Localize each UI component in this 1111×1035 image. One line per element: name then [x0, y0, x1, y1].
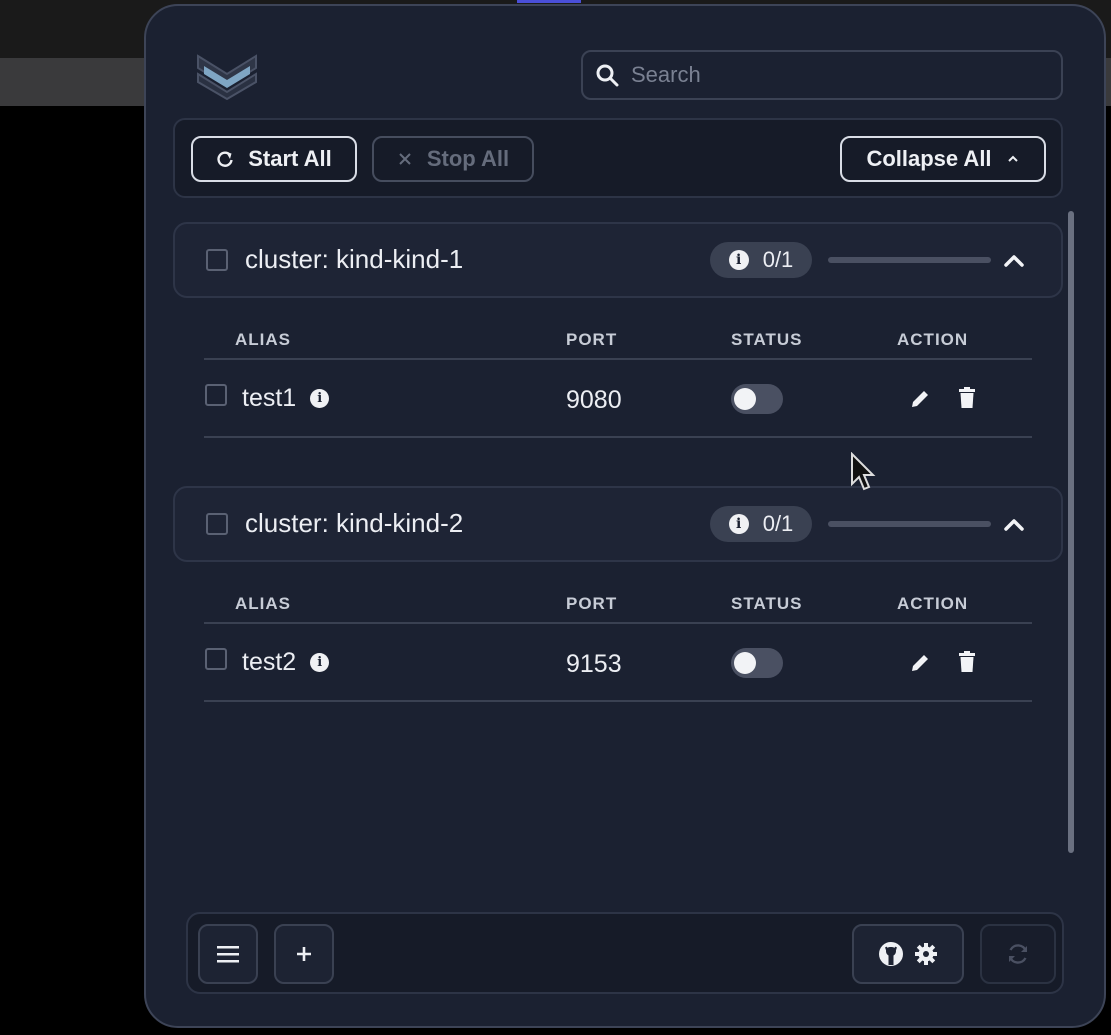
start-all-button[interactable]: Start All	[191, 136, 357, 182]
search-box[interactable]	[581, 50, 1063, 100]
chevron-up-icon	[1007, 155, 1018, 162]
column-alias: ALIAS	[235, 330, 291, 349]
cluster-progress-bar	[828, 257, 991, 263]
column-action: ACTION	[897, 594, 969, 613]
cluster-header[interactable]: cluster: kind-kind-1 i 0/1	[173, 222, 1063, 298]
add-button[interactable]	[274, 924, 334, 984]
toolbar: Start All Stop All Collapse All	[173, 118, 1063, 198]
search-input[interactable]	[631, 62, 1051, 88]
search-icon	[596, 64, 619, 87]
refresh-button[interactable]	[980, 924, 1056, 984]
cluster-checkbox[interactable]	[206, 513, 228, 535]
cluster-count: 0/1	[762, 511, 794, 536]
row-port: 9080	[566, 386, 622, 414]
app-panel: Start All Stop All Collapse All cluster:…	[144, 4, 1106, 1028]
toggle-knob	[734, 388, 756, 410]
scrollbar-thumb[interactable]	[1068, 211, 1074, 853]
menubar-indicator	[517, 0, 581, 3]
collapse-all-label: Collapse All	[866, 146, 992, 171]
restart-icon	[217, 151, 233, 167]
collapse-all-button[interactable]: Collapse All	[840, 136, 1046, 182]
refresh-icon	[1008, 944, 1028, 964]
table-row: test2 i 9153	[204, 624, 1032, 702]
table-row: test1 i 9080	[204, 360, 1032, 438]
column-port: PORT	[566, 594, 618, 613]
background-window-bar	[0, 58, 150, 106]
row-checkbox[interactable]	[205, 384, 227, 406]
column-port: PORT	[566, 330, 618, 349]
app-logo-icon	[197, 54, 257, 100]
cluster-status-badge: i 0/1	[710, 506, 812, 542]
menu-icon	[217, 946, 239, 963]
trash-icon[interactable]	[957, 651, 977, 673]
info-icon: i	[728, 514, 749, 534]
row-alias: test1 i	[242, 384, 330, 413]
chevron-up-icon[interactable]	[1000, 511, 1028, 539]
column-status: STATUS	[731, 594, 803, 613]
cluster-header[interactable]: cluster: kind-kind-2 i 0/1	[173, 486, 1063, 562]
toggle-knob	[734, 652, 756, 674]
stop-all-button[interactable]: Stop All	[372, 136, 534, 182]
column-alias: ALIAS	[235, 594, 291, 613]
alias-text: test1	[242, 384, 297, 412]
close-icon	[399, 153, 411, 165]
column-status: STATUS	[731, 330, 803, 349]
cluster-name: cluster: kind-kind-1	[245, 244, 464, 274]
status-toggle[interactable]	[731, 384, 783, 414]
edit-pencil-icon[interactable]	[909, 388, 931, 410]
gear-icon	[915, 943, 937, 965]
mouse-cursor-icon	[851, 452, 876, 491]
table-header: ALIAS PORT STATUS ACTION	[204, 318, 1032, 360]
cluster-count: 0/1	[762, 247, 794, 272]
row-port: 9153	[566, 650, 622, 678]
menu-button[interactable]	[198, 924, 258, 984]
info-icon: i	[728, 250, 749, 270]
cluster-status-badge: i 0/1	[710, 242, 812, 278]
row-alias: test2 i	[242, 648, 330, 677]
start-all-label: Start All	[248, 146, 332, 171]
alias-text: test2	[242, 648, 297, 676]
column-action: ACTION	[897, 330, 969, 349]
cluster-checkbox[interactable]	[206, 249, 228, 271]
cluster-name: cluster: kind-kind-2	[245, 508, 464, 538]
footer-bar	[186, 912, 1064, 994]
plus-icon	[297, 947, 311, 961]
info-icon[interactable]: i	[310, 653, 330, 672]
stop-all-label: Stop All	[426, 146, 510, 171]
edit-pencil-icon[interactable]	[909, 652, 931, 674]
chevron-up-icon[interactable]	[1000, 247, 1028, 275]
status-toggle[interactable]	[731, 648, 783, 678]
github-settings-button[interactable]	[852, 924, 964, 984]
table-header: ALIAS PORT STATUS ACTION	[204, 582, 1032, 624]
cluster-progress-bar	[828, 521, 991, 527]
github-icon	[879, 942, 903, 966]
info-icon[interactable]: i	[310, 389, 330, 408]
trash-icon[interactable]	[957, 387, 977, 409]
row-checkbox[interactable]	[205, 648, 227, 670]
